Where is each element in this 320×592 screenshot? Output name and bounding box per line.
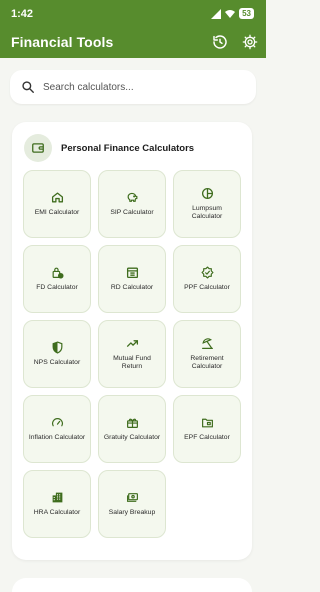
fd-calculator-tile[interactable]: FD Calculator xyxy=(23,245,91,313)
tile-label: Retirement Calculator xyxy=(190,354,224,371)
hra-calculator-tile[interactable]: HRA Calculator xyxy=(23,470,91,538)
shield-icon xyxy=(50,341,64,355)
tile-label: HRA Calculator xyxy=(33,508,81,516)
history-button[interactable] xyxy=(210,32,230,52)
status-icons: 53 xyxy=(211,8,254,19)
gear-icon xyxy=(242,34,258,50)
nps-calculator-tile[interactable]: NPS Calculator xyxy=(23,320,91,388)
trending-up-icon xyxy=(125,337,139,351)
home-icon xyxy=(50,191,64,205)
speedometer-icon xyxy=(50,416,64,430)
building-icon xyxy=(50,491,64,505)
personal-finance-section: Personal Finance Calculators EMI Calcula… xyxy=(12,122,252,560)
salary-breakup-tile[interactable]: Salary Breakup xyxy=(98,470,166,538)
pie-chart-icon xyxy=(200,187,214,201)
tile-label: Salary Breakup xyxy=(108,508,156,516)
tile-label: EPF Calculator xyxy=(184,433,230,441)
search-bar[interactable] xyxy=(10,70,256,104)
retirement-calculator-tile[interactable]: Retirement Calculator xyxy=(173,320,241,388)
wifi-icon xyxy=(225,9,236,18)
cash-icon xyxy=(125,491,139,505)
lumpsum-calculator-tile[interactable]: Lumpsum Calculator xyxy=(173,170,241,238)
signal-icon xyxy=(211,8,222,19)
tile-label: EMI Calculator xyxy=(34,208,80,216)
piggy-bank-icon xyxy=(125,191,139,205)
tile-label: Inflation Calculator xyxy=(28,433,86,441)
calculator-grid: EMI Calculator SIP Calculator Lumpsum Ca… xyxy=(23,170,241,538)
gift-icon xyxy=(125,416,139,430)
history-icon xyxy=(213,35,227,49)
folder-icon xyxy=(200,416,214,430)
section-title: Personal Finance Calculators xyxy=(61,142,195,154)
settings-button[interactable] xyxy=(240,32,260,52)
tile-label: NPS Calculator xyxy=(33,358,81,366)
search-icon xyxy=(22,81,34,93)
battery-indicator: 53 xyxy=(239,8,254,19)
tile-label: Mutual Fund Return xyxy=(113,354,151,371)
wallet-icon xyxy=(24,134,52,162)
epf-calculator-tile[interactable]: EPF Calculator xyxy=(173,395,241,463)
tile-label: RD Calculator xyxy=(110,283,154,291)
tile-label: Lumpsum Calculator xyxy=(191,204,223,221)
lock-clock-icon xyxy=(50,266,64,280)
sip-calculator-tile[interactable]: SIP Calculator xyxy=(98,170,166,238)
gratuity-calculator-tile[interactable]: Gratuity Calculator xyxy=(98,395,166,463)
section-header: Personal Finance Calculators xyxy=(24,134,194,162)
calendar-icon xyxy=(125,266,139,280)
status-bar: 1:42 53 xyxy=(0,0,266,28)
rd-calculator-tile[interactable]: RD Calculator xyxy=(98,245,166,313)
tile-label: Gratuity Calculator xyxy=(103,433,161,441)
tile-label: PPF Calculator xyxy=(184,283,230,291)
page-title: Financial Tools xyxy=(11,34,114,50)
tile-label: SIP Calculator xyxy=(110,208,154,216)
ppf-calculator-tile[interactable]: PPF Calculator xyxy=(173,245,241,313)
mutual-fund-return-tile[interactable]: Mutual Fund Return xyxy=(98,320,166,388)
verified-badge-icon xyxy=(200,266,214,280)
status-time: 1:42 xyxy=(11,8,34,20)
inflation-calculator-tile[interactable]: Inflation Calculator xyxy=(23,395,91,463)
next-section-card xyxy=(12,578,252,592)
search-input[interactable] xyxy=(43,78,243,96)
app-bar: Financial Tools xyxy=(0,28,266,58)
beach-umbrella-icon xyxy=(200,337,214,351)
tile-label: FD Calculator xyxy=(36,283,78,291)
emi-calculator-tile[interactable]: EMI Calculator xyxy=(23,170,91,238)
